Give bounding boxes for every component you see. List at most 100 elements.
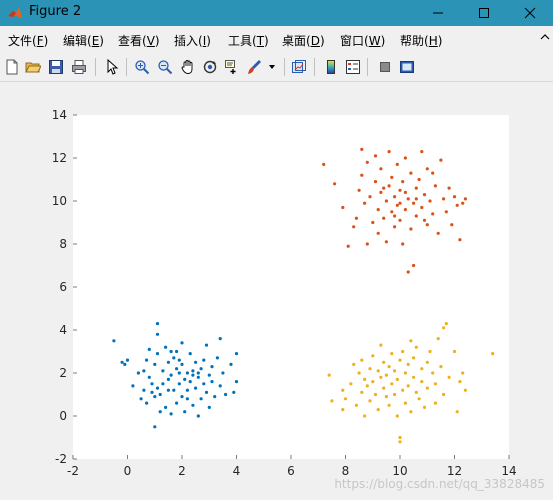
scatter-plot[interactable]: -2 0 2 4 6 8 10 12 14 -2 0 2 4 6 8 10 12 14 https://blog.… — [0, 82, 553, 496]
rotate-3d-icon[interactable] — [200, 57, 220, 77]
scatter-point-series-1 — [204, 390, 209, 394]
link-plot-icon[interactable] — [289, 57, 309, 77]
open-file-icon[interactable] — [23, 57, 43, 77]
scatter-point-series-1 — [153, 362, 157, 366]
scatter-point-series-1 — [232, 390, 236, 394]
minimize-button[interactable] — [415, 0, 461, 26]
new-figure-icon[interactable] — [2, 57, 22, 77]
scatter-point-series-1 — [136, 371, 140, 375]
menu-insert[interactable]: 插入(I) — [174, 32, 211, 49]
x-tick-label: 14 — [501, 464, 516, 478]
scatter-point-series-2 — [422, 193, 427, 197]
scatter-point-series-1 — [191, 403, 195, 407]
menu-tools[interactable]: 工具(T) — [228, 32, 269, 49]
save-icon[interactable] — [46, 57, 66, 77]
toolbar-separator — [95, 58, 96, 76]
scatter-point-series-1 — [175, 349, 179, 354]
brush-icon[interactable] — [244, 57, 264, 77]
minimize-icon — [433, 12, 443, 14]
scatter-point-series-1 — [169, 349, 173, 354]
scatter-point-series-1 — [194, 386, 198, 390]
menu-help[interactable]: 帮助(H) — [400, 32, 442, 49]
pointer-icon[interactable] — [102, 57, 122, 77]
figure-toolbar — [0, 53, 553, 82]
scatter-point-series-1 — [185, 397, 189, 401]
scatter-point-series-3 — [458, 380, 462, 384]
zoom-out-icon[interactable] — [155, 57, 175, 77]
scatter-point-series-1 — [172, 356, 176, 360]
menu-overflow-icon[interactable] — [540, 32, 550, 47]
scatter-point-series-2 — [393, 225, 397, 229]
scatter-point-series-1 — [112, 339, 116, 343]
data-cursor-icon[interactable] — [222, 57, 242, 77]
close-icon — [524, 7, 536, 19]
menu-file[interactable]: 文件(F) — [8, 32, 48, 49]
menu-bar: 文件(F) 编辑(E) 查看(V) 插入(I) 工具(T) 桌面(D) 窗口(W… — [0, 27, 553, 51]
scatter-point-series-3 — [360, 390, 364, 394]
scatter-point-series-3 — [343, 397, 348, 401]
colorbar-icon[interactable] — [321, 57, 341, 77]
scatter-point-series-1 — [180, 362, 184, 366]
close-button[interactable] — [507, 0, 553, 26]
scatter-point-series-2 — [452, 195, 457, 199]
scatter-point-series-3 — [433, 382, 437, 386]
scatter-point-series-1 — [234, 352, 239, 356]
scatter-point-series-1 — [207, 405, 211, 409]
scatter-point-series-1 — [164, 405, 168, 409]
scatter-point-series-2 — [431, 212, 435, 216]
scatter-point-series-1 — [207, 373, 211, 377]
scatter-point-series-3 — [363, 377, 367, 381]
scatter-point-series-3 — [363, 414, 367, 418]
menu-desktop[interactable]: 桌面(D) — [282, 32, 325, 49]
scatter-point-series-3 — [384, 373, 388, 377]
dropdown-icon[interactable] — [266, 57, 278, 77]
scatter-point-series-1 — [199, 397, 203, 401]
hide-plot-tools-icon[interactable] — [375, 57, 395, 77]
scatter-point-series-3 — [352, 362, 356, 366]
scatter-point-series-2 — [395, 162, 399, 166]
toolbar-separator — [367, 58, 368, 76]
x-tick-label: 0 — [124, 464, 132, 478]
scatter-point-series-2 — [414, 214, 418, 218]
scatter-point-series-3 — [425, 360, 429, 364]
scatter-point-series-2 — [387, 184, 391, 188]
menu-view[interactable]: 查看(V) — [118, 32, 160, 49]
show-plot-tools-icon[interactable] — [397, 57, 417, 77]
scatter-point-series-3 — [341, 388, 345, 392]
scatter-point-series-2 — [354, 216, 358, 220]
zoom-in-icon[interactable] — [132, 57, 152, 77]
figure-canvas[interactable]: -2 0 2 4 6 8 10 12 14 -2 0 2 4 6 8 10 12 14 https://blog.… — [0, 82, 553, 496]
legend-icon[interactable] — [343, 57, 363, 77]
pan-icon[interactable] — [178, 57, 198, 77]
scatter-point-series-3 — [373, 392, 378, 397]
scatter-point-series-2 — [384, 240, 388, 244]
scatter-point-series-3 — [439, 365, 443, 369]
print-icon[interactable] — [69, 57, 89, 77]
scatter-point-series-2 — [439, 158, 443, 162]
scatter-point-series-3 — [420, 380, 424, 384]
scatter-point-series-1 — [155, 322, 160, 326]
scatter-point-series-1 — [147, 375, 151, 379]
scatter-point-series-2 — [360, 173, 364, 177]
maximize-icon — [479, 8, 489, 18]
scatter-point-series-2 — [384, 199, 388, 203]
scatter-point-series-1 — [169, 373, 173, 377]
scatter-point-series-3 — [371, 354, 375, 358]
menu-edit[interactable]: 编辑(E) — [63, 32, 104, 49]
scatter-point-series-3 — [382, 360, 386, 364]
scatter-point-series-2 — [322, 162, 326, 166]
maximize-button[interactable] — [461, 0, 507, 26]
scatter-point-series-3 — [425, 386, 429, 390]
scatter-point-series-3 — [444, 322, 448, 326]
x-tick-label: -2 — [67, 464, 79, 478]
scatter-point-series-2 — [390, 210, 394, 214]
scatter-point-series-3 — [406, 384, 410, 388]
scatter-point-series-2 — [373, 154, 378, 158]
scatter-point-series-2 — [398, 201, 402, 205]
scatter-point-series-1 — [234, 380, 239, 384]
scatter-point-series-3 — [387, 365, 391, 369]
scatter-point-series-3 — [371, 380, 375, 384]
menu-window[interactable]: 窗口(W) — [340, 32, 385, 49]
scatter-point-series-2 — [401, 242, 405, 246]
scatter-point-series-3 — [390, 382, 394, 386]
